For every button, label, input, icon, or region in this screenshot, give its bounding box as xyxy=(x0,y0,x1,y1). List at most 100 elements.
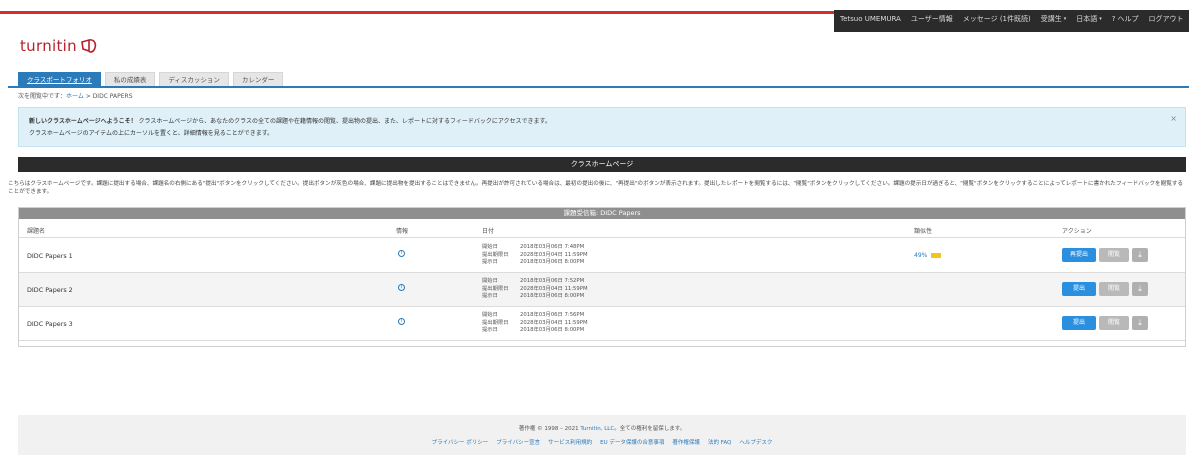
tabs-underline xyxy=(8,86,1189,88)
tab-my-grades[interactable]: 私の成績表 xyxy=(104,72,156,86)
header-actions: アクション xyxy=(1062,228,1092,235)
post-date: 2018年03月06日 8:00PM xyxy=(520,327,585,333)
post-date-line: 提示日 2018年03月06日 8:00PM xyxy=(482,259,588,267)
start-date-line: 開始日 2018年03月06日 7:52PM xyxy=(482,278,588,286)
welcome-line-1: 新しいクラスホームページへようこそ！ クラスホームページから、あなたのクラスの全… xyxy=(29,116,1175,128)
due-date-line: 提出期限日 2028年03月04日 11:59PM xyxy=(482,286,588,294)
start-date-label: 開始日 xyxy=(482,278,498,284)
info-icon[interactable]: i xyxy=(398,250,405,257)
start-date: 2018年03月06日 7:48PM xyxy=(520,244,585,250)
footer-link-terms[interactable]: サービス利用規約 xyxy=(548,438,592,446)
close-icon[interactable]: × xyxy=(1170,114,1177,123)
view-button[interactable]: 閲覧 xyxy=(1099,316,1129,330)
footer: 著作権 © 1998 – 2021 Turnitin, LLC。全ての権利を留保… xyxy=(18,415,1186,455)
footer-link-copyright[interactable]: 著作権保護 xyxy=(672,438,700,446)
welcome-info-box: 新しいクラスホームページへようこそ！ クラスホームページから、あなたのクラスの全… xyxy=(18,107,1186,147)
table-row: DIDC Papers 3 i 開始日 2018年03月06日 7:56PM 提出… xyxy=(19,307,1185,341)
info-icon[interactable]: i xyxy=(398,284,405,291)
tab-discussion[interactable]: ディスカッション xyxy=(159,72,229,86)
start-date-line: 開始日 2018年03月06日 7:48PM xyxy=(482,244,588,252)
submit-button[interactable]: 提出 xyxy=(1062,282,1096,296)
chevron-down-icon: ▾ xyxy=(1099,16,1102,22)
view-button[interactable]: 閲覧 xyxy=(1099,248,1129,262)
tab-calendar[interactable]: カレンダー xyxy=(232,72,284,86)
breadcrumb-home-link[interactable]: ホーム xyxy=(66,93,84,100)
role-label: 受講生 xyxy=(1040,15,1062,23)
download-icon: ⤓ xyxy=(1138,318,1142,327)
post-date-line: 提示日 2018年03月06日 8:00PM xyxy=(482,327,588,335)
due-date: 2028年03月04日 11:59PM xyxy=(520,319,588,326)
role-dropdown[interactable]: 受講生 ▾ xyxy=(1041,14,1067,24)
similarity-percent: 49% xyxy=(914,252,928,259)
copyright-suffix: 。全ての権利を留保します。 xyxy=(614,426,686,432)
start-date: 2018年03月06日 7:56PM xyxy=(520,312,585,318)
header-dates: 日付 xyxy=(482,228,495,235)
table-row: DIDC Papers 1 i 開始日 2018年03月06日 7:48PM 提出… xyxy=(19,239,1185,273)
language-dropdown[interactable]: 日本語 ▾ xyxy=(1076,14,1102,24)
footer-link-privacy-statement[interactable]: プライバシー宣言 xyxy=(496,438,540,446)
assignment-inbox: 課題受信箱: DIDC Papers 課題名 情報 日付 類似性 アクション D… xyxy=(18,207,1186,347)
info-icon[interactable]: i xyxy=(398,318,405,325)
view-button[interactable]: 閲覧 xyxy=(1099,282,1129,296)
start-date-label: 開始日 xyxy=(482,244,498,250)
breadcrumb-current: DIDC PAPERS xyxy=(92,93,133,100)
welcome-text: クラスホームページから、あなたのクラスの全ての課題や在籍情報の閲覧、提出物の提出… xyxy=(138,118,551,125)
main-tabs: クラスポートフォリオ 私の成績表 ディスカッション カレンダー xyxy=(18,72,284,86)
download-button[interactable]: ⤓ xyxy=(1132,282,1148,296)
footer-link-eu-data[interactable]: EU データ保護の合意事項 xyxy=(600,438,664,446)
turnitin-logo[interactable]: turnitin xyxy=(20,36,99,56)
due-date: 2028年03月04日 11:59PM xyxy=(520,285,588,292)
welcome-heading: 新しいクラスホームページへようこそ！ xyxy=(29,118,137,125)
similarity-bar xyxy=(931,253,942,258)
due-date-line: 提出期限日 2028年03月04日 11:59PM xyxy=(482,252,588,260)
assignment-name: DIDC Papers 1 xyxy=(27,252,73,260)
inbox-title: 課題受信箱: DIDC Papers xyxy=(19,208,1185,219)
resubmit-button[interactable]: 再提出 xyxy=(1062,248,1096,262)
footer-links: プライバシー ポリシー プライバシー宣言 サービス利用規約 EU データ保護の合… xyxy=(18,438,1186,446)
copyright-link[interactable]: Turnitin, LLC xyxy=(580,426,614,432)
due-date-line: 提出期限日 2028年03月04日 11:59PM xyxy=(482,320,588,328)
breadcrumb: 次を閲覧中です：ホーム > DIDC PAPERS xyxy=(18,91,133,100)
language-label: 日本語 xyxy=(1076,15,1098,23)
copyright: 著作権 © 1998 – 2021 Turnitin, LLC。全ての権利を留保… xyxy=(18,424,1186,432)
chevron-down-icon: ▾ xyxy=(1063,16,1067,22)
footer-link-privacy-policy[interactable]: プライバシー ポリシー xyxy=(432,438,489,446)
logout-link[interactable]: ログアウト xyxy=(1149,14,1184,24)
similarity-score[interactable]: 49% xyxy=(914,252,942,259)
assignment-dates: 開始日 2018年03月06日 7:56PM 提出期限日 2028年03月04日 1… xyxy=(482,312,588,335)
tab-class-portfolio[interactable]: クラスポートフォリオ xyxy=(18,72,101,86)
messages-link[interactable]: メッセージ (1件既読) xyxy=(963,14,1031,24)
help-link[interactable]: ? ヘルプ xyxy=(1112,14,1139,24)
post-date: 2018年03月06日 8:00PM xyxy=(520,259,585,265)
breadcrumb-separator: > xyxy=(83,93,93,100)
download-button[interactable]: ⤓ xyxy=(1132,248,1148,262)
logo-mark-icon xyxy=(81,38,97,53)
header-name: 課題名 xyxy=(27,228,46,235)
assignment-name: DIDC Papers 2 xyxy=(27,286,73,294)
header-info: 情報 xyxy=(396,228,409,235)
download-button[interactable]: ⤓ xyxy=(1132,316,1148,330)
post-date-label: 提示日 xyxy=(482,327,498,333)
footer-link-legal-faq[interactable]: 法的 FAQ xyxy=(708,438,731,446)
submit-button[interactable]: 提出 xyxy=(1062,316,1096,330)
user-name-link[interactable]: Tetsuo UMEMURA xyxy=(840,14,901,24)
post-date-label: 提示日 xyxy=(482,259,498,265)
section-title: クラスホームページ xyxy=(18,157,1186,172)
welcome-line-2: クラスホームページのアイテムの上にカーソルを置くと、詳細情報を見ることができます… xyxy=(29,130,274,137)
row-actions: 提出 閲覧 ⤓ xyxy=(1062,316,1148,330)
due-date: 2028年03月04日 11:59PM xyxy=(520,251,588,258)
post-date: 2018年03月06日 8:00PM xyxy=(520,293,585,299)
download-icon: ⤓ xyxy=(1138,284,1142,293)
top-nav: Tetsuo UMEMURA ユーザー情報 メッセージ (1件既読) 受講生 ▾ … xyxy=(840,14,1184,24)
start-date-label: 開始日 xyxy=(482,312,498,318)
due-date-label: 提出期限日 xyxy=(482,251,509,258)
user-info-link[interactable]: ユーザー情報 xyxy=(911,14,953,24)
logo-text: turnitin xyxy=(20,37,77,55)
due-date-label: 提出期限日 xyxy=(482,319,509,326)
footer-link-helpdesk[interactable]: ヘルプデスク xyxy=(739,438,772,446)
start-date: 2018年03月06日 7:52PM xyxy=(520,278,585,284)
start-date-line: 開始日 2018年03月06日 7:56PM xyxy=(482,312,588,320)
table-row: DIDC Papers 2 i 開始日 2018年03月06日 7:52PM 提出… xyxy=(19,273,1185,307)
help-icon: ? xyxy=(1111,15,1116,23)
assignment-dates: 開始日 2018年03月06日 7:52PM 提出期限日 2028年03月04日 1… xyxy=(482,278,588,301)
